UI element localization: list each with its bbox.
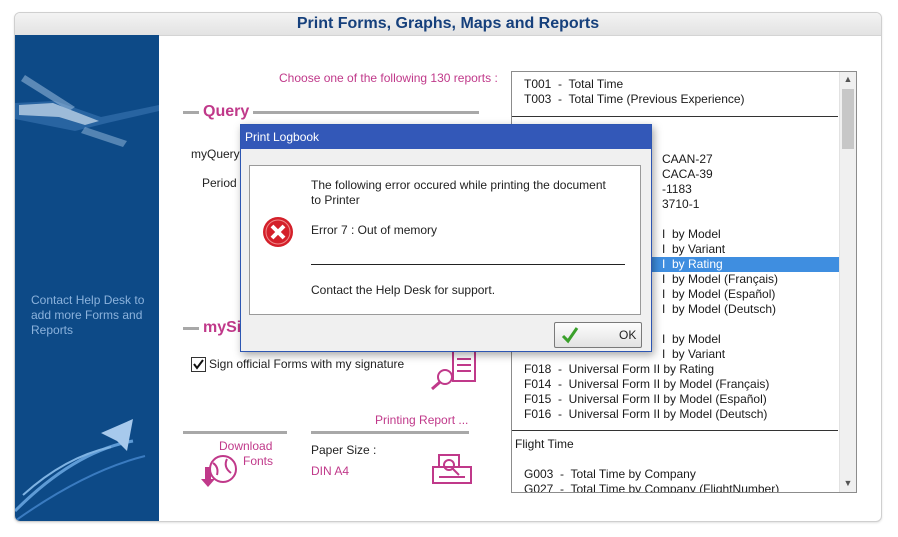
scroll-up-arrow-icon[interactable]: ▲	[840, 72, 856, 87]
signature-icon[interactable]	[429, 349, 479, 391]
dialog-divider	[311, 264, 625, 265]
report-list-scrollbar[interactable]: ▲ ▼	[839, 72, 856, 492]
query-rule-right	[253, 111, 479, 114]
signature-header: mySi	[203, 319, 242, 336]
scroll-thumb[interactable]	[842, 89, 854, 149]
help-desk-text: Contact Help Desk to add more Forms and …	[31, 293, 145, 337]
dialog-message-panel: The following error occured while printi…	[249, 165, 641, 315]
scroll-down-arrow-icon[interactable]: ▼	[840, 476, 856, 491]
ok-button-label: OK	[619, 328, 637, 342]
signature-checkbox[interactable]	[191, 357, 206, 372]
list-item-text: CAAN-27	[662, 152, 713, 166]
list-item[interactable]: F018 - Universal Form II by Rating	[512, 362, 839, 377]
list-item-text: I by Model (Français)	[662, 272, 779, 286]
list-item[interactable]: G027 - Total Time by Company (FlightNumb…	[512, 482, 839, 492]
printing-rule	[311, 431, 469, 434]
window-titlebar: Print Forms, Graphs, Maps and Reports	[15, 13, 881, 36]
dialog-support-text: Contact the Help Desk for support.	[311, 283, 496, 297]
signature-rule-left	[183, 327, 199, 330]
dialog-message-line1: The following error occured while printi…	[311, 178, 606, 192]
list-separator	[512, 116, 838, 117]
list-section-header: Flight Time	[512, 437, 839, 452]
paper-plane-icon	[15, 419, 146, 521]
ok-button[interactable]: OK	[554, 322, 642, 348]
download-fonts-line1[interactable]: Download	[219, 439, 272, 453]
list-item[interactable]: F014 - Universal Form II by Model (Franç…	[512, 377, 839, 392]
list-item-text: F015 - Universal Form II by Model (Españ…	[524, 392, 767, 406]
checkmark-icon	[561, 327, 579, 344]
checkbox-check-icon	[193, 359, 204, 370]
list-item-text: F018 - Universal Form II by Rating	[524, 362, 715, 376]
download-fonts-icon[interactable]	[199, 453, 241, 489]
list-item-text: I by Model	[662, 227, 721, 241]
list-item-text: Flight Time	[515, 437, 574, 451]
list-separator	[512, 430, 838, 431]
list-item[interactable]: T003 - Total Time (Previous Experience)	[512, 92, 839, 107]
list-item[interactable]: F016 - Universal Form II by Model (Deuts…	[512, 407, 839, 422]
list-item-text: 3710-1	[662, 197, 700, 211]
list-item-text: T003 - Total Time (Previous Experience)	[524, 92, 745, 106]
list-item-text: -1183	[662, 182, 692, 196]
myquery-label: myQuery	[191, 147, 240, 161]
sidebar: Contact Help Desk to add more Forms and …	[15, 35, 159, 521]
list-item-text: I by Model (Deutsch)	[662, 302, 777, 316]
dialog-title: Print Logbook	[241, 125, 651, 149]
paper-size-label: Paper Size :	[311, 443, 377, 457]
download-fonts-line2[interactable]: Fonts	[243, 454, 273, 468]
list-item-text: F014 - Universal Form II by Model (Franç…	[524, 377, 770, 391]
list-item[interactable]: F015 - Universal Form II by Model (Españ…	[512, 392, 839, 407]
window-title: Print Forms, Graphs, Maps and Reports	[296, 15, 600, 32]
list-item-text: G003 - Total Time by Company	[524, 467, 696, 481]
dialog-error-text: Error 7 : Out of memory	[311, 223, 438, 237]
list-item-text: I by Model (Español)	[662, 287, 776, 301]
list-item-text: I by Model	[662, 332, 721, 346]
printing-report-label: Printing Report ...	[375, 413, 469, 427]
list-item-text: F016 - Universal Form II by Model (Deuts…	[524, 407, 768, 421]
printer-icon[interactable]	[429, 453, 475, 489]
list-item-text: CACA-39	[662, 167, 713, 181]
list-item-text: I by Variant	[662, 347, 726, 361]
download-rule	[183, 431, 287, 434]
signature-checkbox-label[interactable]: Sign official Forms with my signature	[209, 357, 404, 371]
dialog-message-line2: to Printer	[311, 193, 360, 207]
query-rule-left	[183, 111, 199, 114]
choose-report-label: Choose one of the following 130 reports …	[279, 71, 498, 85]
list-item-text: G027 - Total Time by Company (FlightNumb…	[524, 482, 780, 492]
list-item-text: I by Rating	[662, 257, 723, 271]
glider-icon	[15, 75, 159, 147]
list-item[interactable]: T001 - Total Time	[512, 77, 839, 92]
list-item-text: I by Variant	[662, 242, 726, 256]
print-logbook-dialog: Print Logbook The following error occure…	[240, 124, 652, 352]
query-header: Query	[203, 103, 250, 120]
list-item[interactable]: G003 - Total Time by Company	[512, 467, 839, 482]
list-item-text: T001 - Total Time	[524, 77, 624, 91]
error-icon	[263, 217, 293, 247]
paper-size-value[interactable]: DIN A4	[311, 464, 349, 478]
period-label: Period	[202, 176, 237, 190]
